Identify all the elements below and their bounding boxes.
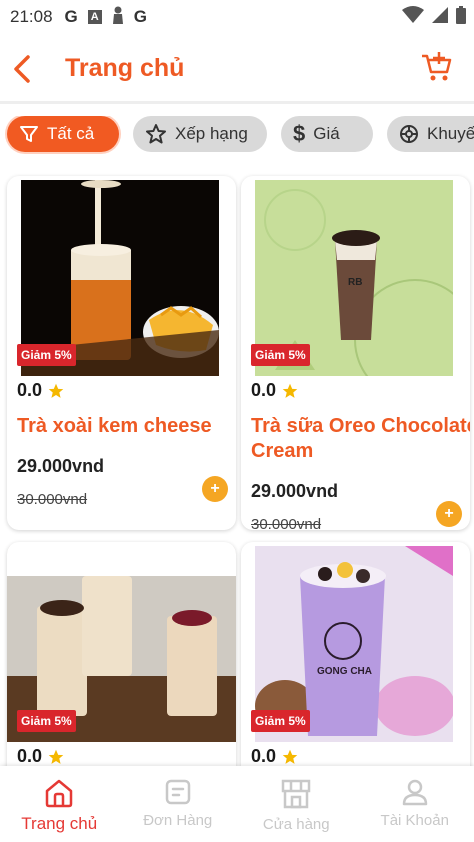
rating-value: 0.0 <box>17 746 43 766</box>
product-price: 29.000vnd <box>251 481 339 501</box>
star-icon <box>146 124 166 144</box>
product-price: 29.000vnd <box>17 456 105 476</box>
product-card[interactable]: Giảm 5% 0.0 Trà xoài kem cheese 29.000vn… <box>7 176 236 530</box>
svg-text:RB: RB <box>348 277 362 288</box>
star-icon <box>48 749 64 764</box>
filter-chip-promotion[interactable]: Khuyế <box>387 116 474 152</box>
discount-badge: Giảm 5% <box>17 344 76 366</box>
product-rating: 0.0 <box>17 380 64 401</box>
chevron-left-icon <box>14 55 30 83</box>
product-name: Trà sữa Oreo Chocolate Cream <box>251 415 470 462</box>
discount-badge: Giảm 5% <box>251 710 310 732</box>
filter-chip-all[interactable]: Tất cả <box>7 116 119 152</box>
star-icon <box>282 749 298 764</box>
filter-icon <box>20 126 38 142</box>
nav-label: Đơn Hàng <box>143 812 213 829</box>
filter-chip-label: Tất cả <box>47 124 95 143</box>
nav-store[interactable]: Cửa hàng <box>237 766 356 842</box>
product-name: Trà xoài kem cheese <box>17 415 212 437</box>
back-button[interactable] <box>8 52 38 86</box>
app-header: Trang chủ <box>0 34 474 104</box>
rating-value: 0.0 <box>251 380 277 400</box>
discount-badge: Giảm 5% <box>251 344 310 366</box>
dollar-icon: $ <box>293 121 306 146</box>
product-rating: 0.0 <box>251 380 298 401</box>
filter-chip-price[interactable]: $ Giá <box>281 116 373 152</box>
page-title: Trang chủ <box>65 54 185 82</box>
svg-text:GONG CHA: GONG CHA <box>317 666 372 677</box>
product-card[interactable]: Giảm 5% 0.0 <box>7 542 236 766</box>
orders-icon <box>165 779 190 805</box>
filter-chip-label: Khuyế <box>427 124 474 143</box>
add-to-cart-button[interactable] <box>420 50 454 84</box>
a-app-icon: A <box>87 10 102 24</box>
cart-plus-icon <box>422 52 452 81</box>
nav-label: Tài Khoản <box>380 812 449 829</box>
nav-orders[interactable]: Đơn Hàng <box>119 766 238 842</box>
product-rating: 0.0 <box>251 746 298 766</box>
rating-value: 0.0 <box>251 746 277 766</box>
person-icon <box>112 6 124 29</box>
filter-chip-rating[interactable]: Xếp hạng <box>133 116 267 152</box>
add-button[interactable]: + <box>436 501 462 527</box>
status-time: 21:08 <box>10 7 53 26</box>
status-bar: 21:08 G A G <box>0 0 474 34</box>
product-rating: 0.0 <box>17 746 64 766</box>
rating-value: 0.0 <box>17 380 43 400</box>
google-icon: G <box>64 7 78 26</box>
star-icon <box>282 383 298 398</box>
battery-icon <box>456 6 466 24</box>
system-icons <box>402 6 466 24</box>
nav-label: Cửa hàng <box>262 816 330 833</box>
add-button[interactable]: + <box>202 476 228 502</box>
home-icon <box>46 779 73 808</box>
nav-home[interactable]: Trang chủ <box>0 766 119 842</box>
filter-bar: Tất cả Xếp hạng $ Giá Khuyế <box>0 116 474 156</box>
google-icon: G <box>133 7 148 26</box>
star-icon <box>48 383 64 398</box>
product-card[interactable]: RB Giảm 5% 0.0 Trà sữa Oreo Chocolate Cr… <box>241 176 470 530</box>
discount-icon <box>400 125 418 143</box>
signal-icon <box>432 7 448 23</box>
nav-label: Trang chủ <box>21 814 98 833</box>
filter-chip-label: Giá <box>313 124 340 143</box>
bottom-navigation: Trang chủ Đơn Hàng Cửa hàng Tài Khoản <box>0 766 474 842</box>
wifi-icon <box>402 6 424 23</box>
account-icon <box>402 779 427 806</box>
product-old-price: 30.000vnd <box>17 491 88 508</box>
product-old-price: 30.000vnd <box>251 516 322 530</box>
filter-chip-label: Xếp hạng <box>175 124 248 143</box>
discount-badge: Giảm 5% <box>17 710 76 732</box>
product-grid: Giảm 5% 0.0 Trà xoài kem cheese 29.000vn… <box>0 172 474 766</box>
store-icon <box>282 779 311 809</box>
nav-account[interactable]: Tài Khoản <box>356 766 474 842</box>
notification-icons: G A G <box>65 6 147 29</box>
product-card[interactable]: GONG CHA Giảm 5% 0.0 <box>241 542 470 766</box>
